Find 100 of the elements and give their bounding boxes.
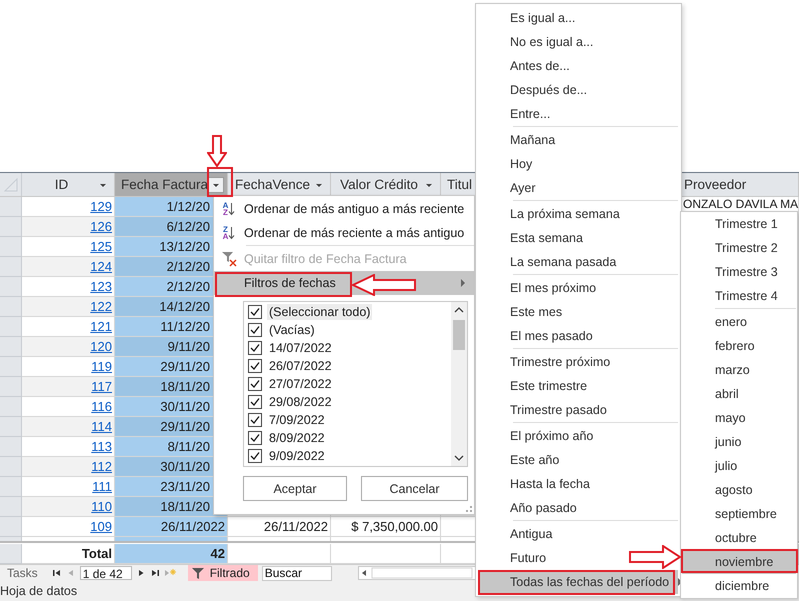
menu-item[interactable]: Z A Ordenar de más reciente a más antiguo [214,221,474,245]
row-selector[interactable] [0,237,22,257]
menu-item[interactable]: Año pasado [479,496,585,520]
row-selector[interactable] [0,397,22,417]
first-record-icon[interactable] [52,568,62,578]
list-item[interactable]: (Seleccionar todo) [244,303,451,321]
list-item[interactable]: (Vacías) [244,321,451,339]
checkbox[interactable] [248,359,262,373]
menu-item[interactable]: Esta semana [479,226,591,250]
dialog-button[interactable]: Cancelar [361,476,468,501]
checkbox[interactable] [248,377,262,391]
row-selector[interactable] [0,357,22,377]
list-item[interactable]: 8/09/2022 [244,429,451,447]
row-selector[interactable] [0,537,22,541]
record-link[interactable]: 112 [91,459,112,474]
menu-item[interactable]: Hoy [479,152,540,176]
menu-item[interactable]: febrero [682,334,796,358]
menu-item[interactable]: Antigua [479,522,560,546]
menu-item[interactable]: Entre... [479,102,558,126]
menu-item[interactable]: El mes pasado [479,324,601,348]
dialog-button[interactable]: Aceptar [243,476,347,501]
checkbox[interactable] [248,449,262,463]
list-item[interactable]: 7/09/2022 [244,411,451,429]
row-selector[interactable] [0,477,22,497]
menu-item[interactable]: Trimestre 4 [682,284,796,308]
record-link[interactable]: 120 [90,339,112,354]
menu-item[interactable]: junio [682,430,796,454]
menu-item[interactable]: octubre [682,526,796,550]
row-selector[interactable] [0,297,22,317]
menu-item[interactable]: Ayer [479,176,544,200]
menu-item[interactable]: Trimestre 2 [682,236,796,260]
row-selector[interactable] [0,197,22,217]
record-link[interactable]: 125 [90,239,112,254]
scrollbar[interactable] [451,302,467,466]
checkbox[interactable] [248,395,262,409]
menu-item[interactable]: marzo [682,358,796,382]
list-item[interactable]: 29/08/2022 [244,393,451,411]
menu-item[interactable]: Este año [479,448,568,472]
checkbox[interactable] [248,305,262,319]
list-item[interactable]: 14/07/2022 [244,339,451,357]
row-selector[interactable] [0,517,22,537]
row-selector[interactable] [0,377,22,397]
menu-item[interactable]: La próxima semana [479,202,628,226]
menu-item[interactable]: Después de... [479,78,596,102]
row-selector[interactable] [0,257,22,277]
menu-item[interactable]: abril [682,382,796,406]
menu-item[interactable]: Hasta la fecha [479,472,598,496]
select-all-icon[interactable] [4,178,18,192]
search-field[interactable]: Buscar [262,566,332,580]
row-selector[interactable] [0,277,22,297]
menu-item[interactable]: Mañana [479,128,564,152]
record-link[interactable]: 117 [91,379,112,394]
row-selector[interactable] [0,337,22,357]
list-item[interactable]: 9/09/2022 [244,447,451,465]
menu-item[interactable]: El mes próximo [479,276,604,300]
checkbox[interactable] [248,341,262,355]
checkbox[interactable] [248,413,262,427]
menu-item[interactable]: julio [682,454,796,478]
menu-item[interactable]: septiembre [682,502,796,526]
record-link[interactable]: 124 [90,259,112,274]
menu-item[interactable]: Trimestre pasado [479,398,615,422]
menu-item[interactable]: Futuro [479,546,554,570]
menu-item[interactable]: Este mes [479,300,570,324]
record-link[interactable]: 121 [90,319,112,334]
menu-item[interactable]: No es igual a... [479,30,602,54]
record-link[interactable]: 123 [90,279,112,294]
menu-item[interactable]: El próximo año [479,424,602,448]
menu-item[interactable]: agosto [682,478,796,502]
list-item[interactable]: 27/07/2022 [244,375,451,393]
menu-item[interactable]: Antes de... [479,54,578,78]
row-selector[interactable] [0,417,22,437]
record-link[interactable]: 122 [90,299,112,314]
row-selector[interactable] [0,497,22,517]
record-link[interactable]: 116 [91,399,112,414]
filter-toggle-button[interactable]: Filtrado [188,565,258,581]
row-selector[interactable] [0,457,22,477]
row-selector[interactable] [0,317,22,337]
record-link[interactable]: 111 [92,479,112,494]
record-link[interactable]: 129 [90,199,112,214]
record-link[interactable]: 119 [91,359,112,374]
menu-item[interactable]: Trimestre próximo [479,350,618,374]
list-item[interactable]: 26/07/2022 [244,357,451,375]
record-link[interactable]: 126 [90,219,112,234]
record-link[interactable]: 114 [91,419,112,434]
menu-item[interactable]: Es igual a... [479,6,584,30]
horizontal-scrollbar[interactable] [358,566,478,580]
last-record-icon[interactable] [150,568,160,578]
checkbox[interactable] [248,323,262,337]
record-link[interactable]: 110 [91,499,112,514]
menu-item[interactable]: mayo [682,406,796,430]
row-selector[interactable] [0,544,22,564]
row-selector[interactable] [0,437,22,457]
record-link[interactable]: 113 [91,439,112,454]
row-selector[interactable] [0,217,22,237]
menu-item[interactable]: Trimestre 1 [682,212,796,236]
record-field[interactable]: 1 de 42 [80,566,132,580]
menu-item[interactable]: La semana pasada [479,250,624,274]
menu-item[interactable]: Este trimestre [479,374,596,398]
menu-item[interactable]: Trimestre 3 [682,260,796,284]
menu-item[interactable]: A Z Ordenar de más antiguo a más reciente [214,197,474,221]
